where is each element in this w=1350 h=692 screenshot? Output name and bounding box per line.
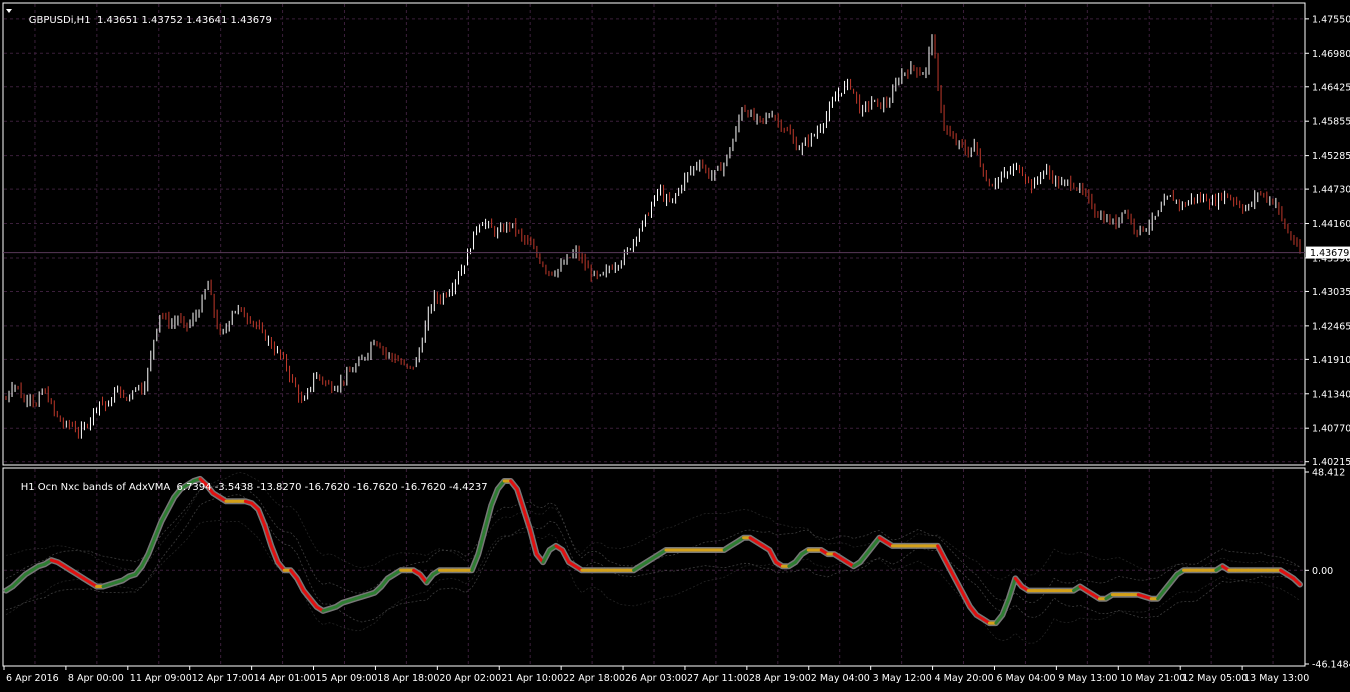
time-tick-label: 18 Apr 18:00 xyxy=(377,673,439,684)
price-tick-label: 1.47550 xyxy=(1312,14,1350,25)
time-tick-label: 27 Apr 11:00 xyxy=(687,673,749,684)
time-tick-label: 12 May 05:00 xyxy=(1182,673,1247,684)
chart-canvas[interactable]: 1.47550 1.46980 1.46425 1.45855 1.45285 1.447… xyxy=(0,0,1350,688)
price-tick-label: 1.45285 xyxy=(1312,151,1350,162)
price-tick-label: 1.46980 xyxy=(1312,49,1350,60)
time-tick-label: 6 May 04:00 xyxy=(996,673,1055,684)
time-tick-label: 3 May 12:00 xyxy=(873,673,932,684)
time-tick-label: 12 Apr 17:00 xyxy=(192,673,254,684)
chart-header: GBPUSDi,H1 1.43651 1.43752 1.43641 1.436… xyxy=(16,4,272,37)
time-tick-label: 6 Apr 2016 xyxy=(6,673,59,684)
indicator-title: H1 Ocn Nxc bands of AdxVMA xyxy=(20,482,171,493)
price-tick-label: 1.43035 xyxy=(1312,287,1350,298)
price-bars xyxy=(5,34,1301,439)
time-tick-label: 2 May 04:00 xyxy=(811,673,870,684)
time-tick-label: 11 Apr 09:00 xyxy=(130,673,192,684)
time-tick-label: 13 May 13:00 xyxy=(1244,673,1309,684)
price-tick-label: 1.40770 xyxy=(1312,424,1350,435)
indicator-tick-label: 0.00 xyxy=(1312,566,1333,577)
indicator-axis: 48.412 0.00 -46.1484 xyxy=(1305,468,1350,671)
time-tick-label: 28 Apr 19:00 xyxy=(749,673,811,684)
time-tick-label: 14 Apr 01:00 xyxy=(254,673,316,684)
time-tick-label: 21 Apr 10:00 xyxy=(501,673,563,684)
price-tick-label: 1.41340 xyxy=(1312,389,1350,400)
time-tick-label: 4 May 20:00 xyxy=(935,673,994,684)
mt4-chart-window[interactable]: 1.47550 1.46980 1.46425 1.45855 1.45285 1.447… xyxy=(0,0,1350,688)
ohlc-values: 1.43651 1.43752 1.43641 1.43679 xyxy=(96,15,272,26)
symbol-title: GBPUSDi,H1 xyxy=(28,15,91,26)
price-tick-label: 1.46425 xyxy=(1312,82,1350,93)
time-tick-label: 10 May 21:00 xyxy=(1120,673,1185,684)
time-tick-label: 15 Apr 09:00 xyxy=(316,673,378,684)
time-tick-label: 8 Apr 00:00 xyxy=(68,673,124,684)
indicator-band xyxy=(5,520,1301,644)
indicator-tick-label: -46.1484 xyxy=(1312,660,1350,671)
price-tick-label: 1.44730 xyxy=(1312,185,1350,196)
price-tick-label: 1.44160 xyxy=(1312,219,1350,230)
current-price-badge: 1.43679 xyxy=(1306,246,1350,259)
indicator-tick-label: 48.412 xyxy=(1312,468,1345,479)
time-tick-label: 26 Apr 03:00 xyxy=(625,673,687,684)
price-tick-label: 1.45855 xyxy=(1312,117,1350,128)
time-tick-label: 22 Apr 18:00 xyxy=(563,673,625,684)
time-axis: 6 Apr 2016 8 Apr 00:00 11 Apr 09:00 12 Apr … xyxy=(3,666,1309,684)
current-price-label: 1.43679 xyxy=(1310,248,1349,259)
price-tick-label: 1.41910 xyxy=(1312,355,1350,366)
price-tick-label: 1.42465 xyxy=(1312,321,1350,332)
price-axis: 1.47550 1.46980 1.46425 1.45855 1.45285 1.447… xyxy=(1305,14,1350,468)
indicator-values: 6.7394 -3.5438 -13.8270 -16.7620 -16.762… xyxy=(176,482,488,493)
chart-menu-triangle-icon[interactable] xyxy=(6,9,12,13)
indicator-header: H1 Ocn Nxc bands of AdxVMA 6.7394 -3.543… xyxy=(8,471,488,504)
main-grid xyxy=(4,4,1304,464)
time-tick-label: 9 May 13:00 xyxy=(1058,673,1117,684)
time-tick-label: 20 Apr 02:00 xyxy=(439,673,501,684)
